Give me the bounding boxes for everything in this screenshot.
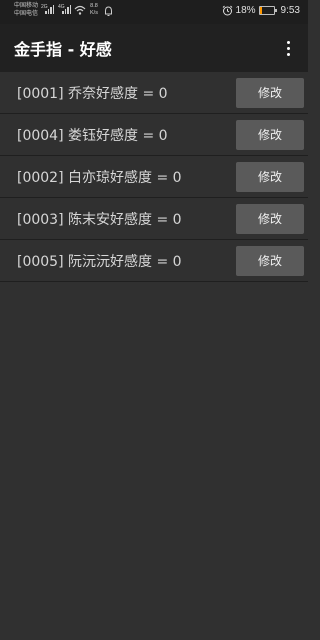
- edit-button[interactable]: 修改: [236, 161, 304, 192]
- status-bar: 中国移动 中国电信 2G 4G 8.8 K/s 18% 9:53: [0, 0, 308, 24]
- list-item: [0003] 陈末安好感度 = 0 修改: [0, 198, 308, 240]
- app-bar: 金手指 - 好感: [0, 24, 308, 72]
- edit-button[interactable]: 修改: [236, 77, 304, 108]
- page-title: 金手指 - 好感: [14, 40, 112, 59]
- edit-button[interactable]: 修改: [236, 203, 304, 234]
- speed-value: 8.8: [90, 3, 98, 9]
- list-item: [0002] 白亦琼好感度 = 0 修改: [0, 156, 308, 198]
- item-label: [0004] 娄钰好感度 = 0: [17, 127, 168, 144]
- more-vert-icon[interactable]: [274, 34, 302, 62]
- carrier-1: 中国移动: [14, 3, 39, 9]
- wifi-icon: [74, 5, 86, 15]
- speed-unit: K/s: [90, 10, 98, 16]
- battery-percent: 18%: [235, 5, 256, 16]
- affinity-list: [0001] 乔奈好感度 = 0 修改 [0004] 娄钰好感度 = 0 修改 …: [0, 72, 308, 282]
- notification-icon: [105, 6, 112, 16]
- item-label: [0003] 陈末安好感度 = 0: [17, 211, 182, 228]
- edit-button[interactable]: 修改: [236, 119, 304, 150]
- status-right: 18% 9:53: [222, 5, 300, 16]
- edit-button[interactable]: 修改: [236, 245, 304, 276]
- network-speed: 8.8 K/s: [90, 3, 98, 17]
- clock: 9:53: [280, 5, 300, 16]
- signal-icon: [62, 5, 71, 14]
- signal-icon: [45, 5, 54, 14]
- carrier-2: 中国电信: [14, 11, 39, 17]
- list-item: [0005] 阮沅沅好感度 = 0 修改: [0, 240, 308, 282]
- list-item: [0001] 乔奈好感度 = 0 修改: [0, 72, 308, 114]
- list-item: [0004] 娄钰好感度 = 0 修改: [0, 114, 308, 156]
- item-label: [0005] 阮沅沅好感度 = 0: [17, 253, 182, 270]
- item-label: [0001] 乔奈好感度 = 0: [17, 85, 168, 102]
- alarm-icon: [222, 5, 232, 16]
- battery-icon: [258, 6, 277, 15]
- item-label: [0002] 白亦琼好感度 = 0: [17, 169, 182, 186]
- carrier-info: 中国移动 中国电信: [14, 2, 38, 18]
- battery-level: [259, 7, 263, 14]
